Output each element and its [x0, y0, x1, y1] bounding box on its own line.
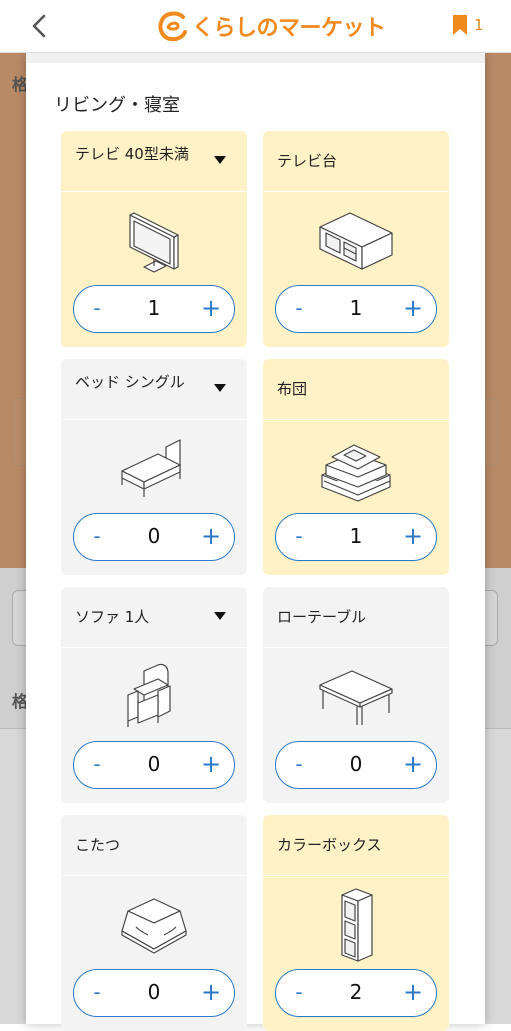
decrement-button[interactable]: -: [286, 295, 312, 321]
item-label: カラーボックス: [277, 836, 382, 854]
quantity-stepper[interactable]: - 0 +: [275, 741, 437, 789]
quantity-stepper[interactable]: - 0 +: [73, 741, 235, 789]
increment-button[interactable]: +: [198, 751, 224, 777]
card-header: ローテーブル: [263, 587, 449, 648]
item-label: ベッド シングル: [75, 373, 185, 391]
kotatsu-icon: [121, 898, 187, 954]
modal-top-bar: [26, 53, 485, 63]
low-table-icon: [319, 670, 393, 725]
quantity-value: 1: [147, 296, 161, 320]
section-title: リビング・寝室: [54, 95, 180, 116]
quantity-value: 1: [349, 524, 363, 548]
quantity-stepper[interactable]: - 1 +: [275, 285, 437, 333]
quantity-stepper[interactable]: - 0 +: [73, 969, 235, 1017]
item-card-bed[interactable]: ベッド シングル - 0 +: [61, 359, 247, 575]
quantity-stepper[interactable]: - 1 +: [275, 513, 437, 561]
card-header: こたつ: [61, 815, 247, 876]
quantity-value: 0: [349, 752, 363, 776]
increment-button[interactable]: +: [198, 979, 224, 1005]
quantity-value: 0: [147, 752, 161, 776]
bookmark-count: 1: [474, 16, 484, 34]
card-header: カラーボックス: [263, 815, 449, 876]
bookmark-button[interactable]: 1: [452, 14, 484, 36]
increment-button[interactable]: +: [198, 295, 224, 321]
quantity-value: 2: [349, 980, 363, 1004]
tv-icon: [129, 212, 179, 273]
decrement-button[interactable]: -: [84, 979, 110, 1005]
decrement-button[interactable]: -: [286, 523, 312, 549]
item-label: 布団: [277, 380, 308, 398]
increment-button[interactable]: +: [198, 523, 224, 549]
decrement-button[interactable]: -: [286, 751, 312, 777]
item-card-color-box[interactable]: カラーボックス - 2 +: [263, 815, 449, 1031]
dropdown-caret-icon[interactable]: [213, 155, 227, 165]
app-header: くらしのマーケット 1: [0, 0, 511, 53]
quantity-stepper[interactable]: - 0 +: [73, 513, 235, 561]
quantity-value: 0: [147, 980, 161, 1004]
decrement-button[interactable]: -: [84, 751, 110, 777]
increment-button[interactable]: +: [400, 979, 426, 1005]
logo-text: くらしのマーケット: [192, 16, 386, 41]
quantity-value: 0: [147, 524, 161, 548]
quantity-value: 1: [349, 296, 363, 320]
card-header: テレビ台: [263, 131, 449, 192]
bookmark-icon: [453, 15, 467, 35]
dropdown-caret-icon[interactable]: [213, 611, 227, 621]
card-header: ソファ 1人: [61, 587, 247, 648]
item-card-tv-stand[interactable]: テレビ台 - 1 +: [263, 131, 449, 347]
sofa-icon: [127, 663, 171, 727]
card-header: 布団: [263, 359, 449, 420]
item-label: ソファ 1人: [75, 608, 150, 626]
increment-button[interactable]: +: [400, 295, 426, 321]
logo-mark-icon: [158, 11, 187, 42]
item-card-futon[interactable]: 布団 - 1 +: [263, 359, 449, 575]
color-box-icon: [341, 888, 373, 962]
increment-button[interactable]: +: [400, 523, 426, 549]
decrement-button[interactable]: -: [286, 979, 312, 1005]
card-header: テレビ 40型未満: [61, 131, 247, 192]
app-logo[interactable]: くらしのマーケット: [156, 8, 386, 44]
item-label: ローテーブル: [277, 608, 367, 626]
item-selection-modal: リビング・寝室 テレビ 40型未満 - 1 + テレビ台 - 1 + ベッド シ…: [26, 53, 485, 1031]
item-card-sofa[interactable]: ソファ 1人 - 0 +: [61, 587, 247, 803]
bed-icon: [121, 439, 181, 497]
decrement-button[interactable]: -: [84, 295, 110, 321]
item-card-low-table[interactable]: ローテーブル - 0 +: [263, 587, 449, 803]
item-card-kotatsu[interactable]: こたつ - 0 +: [61, 815, 247, 1031]
quantity-stepper[interactable]: - 1 +: [73, 285, 235, 333]
dropdown-caret-icon[interactable]: [213, 383, 227, 393]
futon-icon: [321, 444, 391, 502]
back-chevron-icon[interactable]: [28, 12, 52, 40]
quantity-stepper[interactable]: - 2 +: [275, 969, 437, 1017]
item-label: テレビ台: [277, 152, 338, 170]
card-header: ベッド シングル: [61, 359, 247, 420]
item-label: テレビ 40型未満: [75, 145, 189, 163]
decrement-button[interactable]: -: [84, 523, 110, 549]
tv-stand-icon: [319, 212, 393, 270]
increment-button[interactable]: +: [400, 751, 426, 777]
item-card-tv[interactable]: テレビ 40型未満 - 1 +: [61, 131, 247, 347]
item-label: こたつ: [75, 836, 121, 854]
